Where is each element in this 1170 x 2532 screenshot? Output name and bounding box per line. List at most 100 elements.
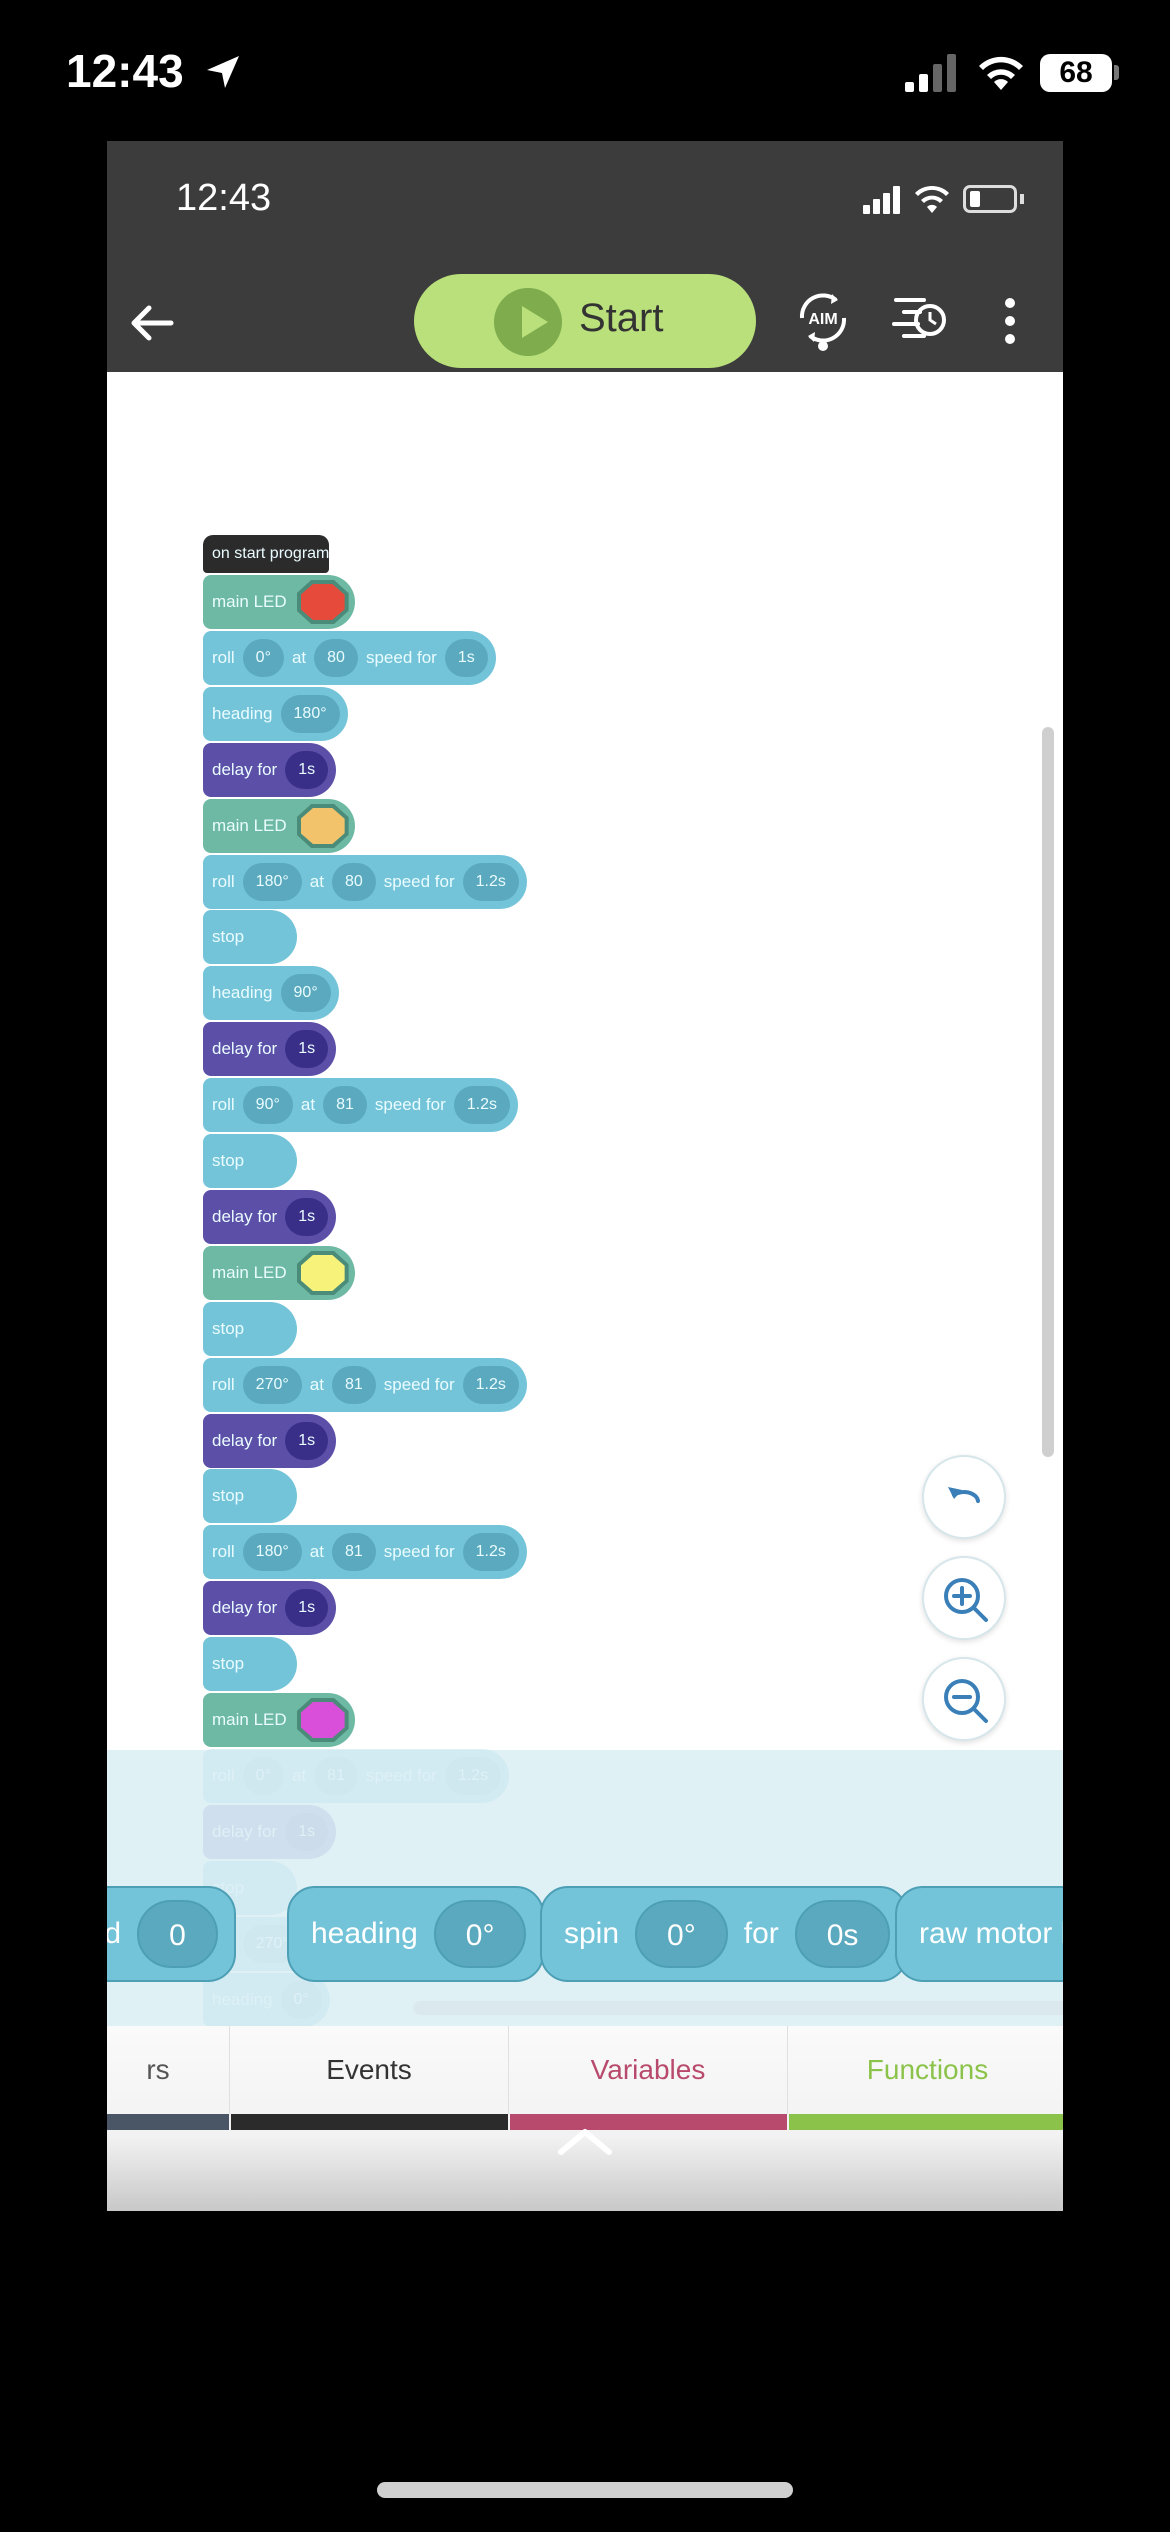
roll-block[interactable]: roll 180° at 81 speed for 1.2s	[203, 1525, 527, 1579]
heading-block[interactable]: heading 90°	[203, 966, 339, 1020]
zoom-out-button[interactable]	[922, 1657, 1006, 1741]
palette-heading-block[interactable]: heading 0°	[287, 1886, 545, 1982]
palette-scrollbar[interactable]	[413, 2001, 1063, 2015]
speed-value[interactable]: 80	[314, 639, 358, 677]
palette-heading-value[interactable]: 0°	[433, 1900, 527, 1968]
delay-block[interactable]: delay for 1s	[203, 1190, 337, 1244]
back-arrow-icon[interactable]	[121, 291, 185, 355]
heading-value[interactable]: 270°	[242, 1366, 302, 1404]
start-button[interactable]: Start	[414, 274, 756, 368]
roll-block[interactable]: roll 270° at 81 speed for 1.2s	[203, 1358, 527, 1412]
heading-block[interactable]: heading 180°	[203, 687, 348, 741]
cellular-signal-icon	[905, 54, 956, 92]
on-start-block[interactable]: on start program	[203, 535, 330, 573]
tab-events-label: Events	[326, 2054, 412, 2085]
speed-value[interactable]: 81	[323, 1086, 367, 1124]
speed-for-label: speed for	[383, 1375, 455, 1394]
palette-raw-motor-block[interactable]: raw motor le	[895, 1886, 1063, 1982]
speed-value[interactable]: 81	[331, 1533, 376, 1571]
led-color-picker[interactable]	[296, 804, 349, 848]
led-color-swatch	[300, 584, 345, 620]
main-led-block[interactable]: main LED	[203, 1693, 355, 1747]
tab-functions-label: Functions	[866, 2054, 989, 2085]
speed-value[interactable]: 81	[331, 1366, 376, 1404]
palette-heading-label: heading	[311, 1917, 418, 1950]
start-label: Start	[579, 296, 664, 340]
tab-variables-bar	[510, 2114, 787, 2130]
canvas-scrollbar[interactable]	[1042, 727, 1054, 1457]
duration-value[interactable]: 1.2s	[462, 1533, 519, 1571]
stop-block[interactable]: stop	[203, 1134, 297, 1188]
delay-value[interactable]: 1s	[285, 1589, 329, 1627]
stop-label: stop	[212, 1486, 245, 1505]
play-icon	[494, 288, 562, 356]
wifi-icon	[979, 56, 1023, 90]
delay-label: delay for	[212, 1431, 278, 1450]
inner-wifi-icon	[915, 185, 949, 213]
main-led-label: main LED	[212, 1263, 287, 1282]
delay-value[interactable]: 1s	[285, 1198, 329, 1236]
delay-block[interactable]: delay for 1s	[203, 1581, 337, 1635]
palette-speed-block[interactable]: eed 0	[107, 1886, 236, 1982]
delay-label: delay for	[212, 1207, 278, 1226]
heading-value[interactable]: 90°	[242, 1086, 293, 1124]
delay-block[interactable]: delay for 1s	[203, 1414, 337, 1468]
main-led-block[interactable]: main LED	[203, 1246, 355, 1300]
stop-block[interactable]: stop	[203, 1637, 297, 1691]
zoom-in-icon	[944, 1578, 988, 1622]
delay-block[interactable]: delay for 1s	[203, 1022, 337, 1076]
chevron-up-icon[interactable]	[555, 2124, 615, 2158]
stop-block[interactable]: stop	[203, 1302, 297, 1356]
main-led-block[interactable]: main LED	[203, 575, 355, 629]
stop-label: stop	[212, 1654, 245, 1673]
at-label: at	[309, 1542, 324, 1561]
palette-spin-value[interactable]: 0°	[635, 1900, 728, 1968]
delay-value[interactable]: 1s	[285, 751, 329, 789]
zoom-in-button[interactable]	[922, 1556, 1006, 1640]
roll-block[interactable]: roll 180° at 80 speed for 1.2s	[203, 855, 527, 909]
undo-button[interactable]	[922, 1455, 1006, 1539]
duration-value[interactable]: 1.2s	[462, 863, 519, 901]
heading-value[interactable]: 180°	[242, 1533, 302, 1571]
duration-value[interactable]: 1.2s	[462, 1366, 519, 1404]
tab-variables[interactable]: Variables	[509, 2026, 788, 2114]
undo-icon	[948, 1487, 980, 1503]
roll-label: roll	[212, 1095, 235, 1114]
heading-value[interactable]: 180°	[242, 863, 302, 901]
battery-icon: 68	[1040, 54, 1112, 92]
palette-spin-block[interactable]: spin 0° for 0s	[540, 1886, 909, 1982]
main-led-label: main LED	[212, 1710, 287, 1729]
roll-block[interactable]: roll 90° at 81 speed for 1.2s	[203, 1078, 518, 1132]
drive-controls-icon[interactable]	[890, 290, 950, 350]
tab-functions-bar	[789, 2114, 1063, 2130]
delay-value[interactable]: 1s	[285, 1030, 329, 1068]
tab-events[interactable]: Events	[230, 2026, 509, 2114]
heading-value[interactable]: 90°	[280, 974, 331, 1012]
speed-value[interactable]: 80	[331, 863, 376, 901]
led-color-swatch	[300, 1702, 345, 1738]
tab-variables-label: Variables	[590, 2054, 706, 2085]
led-color-picker[interactable]	[296, 1251, 349, 1295]
roll-block[interactable]: roll 0° at 80 speed for 1s	[203, 631, 496, 685]
heading-label: heading	[212, 704, 273, 723]
palette-spin-duration[interactable]: 0s	[794, 1900, 891, 1968]
home-indicator[interactable]	[377, 2482, 793, 2498]
delay-block[interactable]: delay for 1s	[203, 743, 337, 797]
heading-value[interactable]: 0°	[242, 639, 284, 677]
main-led-block[interactable]: main LED	[203, 799, 355, 853]
aim-icon[interactable]: AIM	[792, 288, 854, 352]
led-color-picker[interactable]	[296, 1698, 349, 1742]
palette-speed-value[interactable]: 0	[137, 1900, 218, 1968]
heading-value[interactable]: 180°	[280, 695, 340, 733]
duration-value[interactable]: 1.2s	[453, 1086, 510, 1124]
tab-functions[interactable]: Functions	[788, 2026, 1063, 2114]
more-options-icon[interactable]	[1000, 295, 1020, 347]
tab-sensors-bar	[107, 2114, 229, 2130]
duration-value[interactable]: 1s	[444, 639, 488, 677]
app-header: 12:43 Start AIM	[107, 141, 1063, 372]
led-color-picker[interactable]	[296, 580, 349, 624]
tab-sensors[interactable]: rs	[107, 2026, 230, 2114]
delay-value[interactable]: 1s	[285, 1422, 329, 1460]
stop-block[interactable]: stop	[203, 1469, 297, 1523]
stop-block[interactable]: stop	[203, 910, 297, 964]
